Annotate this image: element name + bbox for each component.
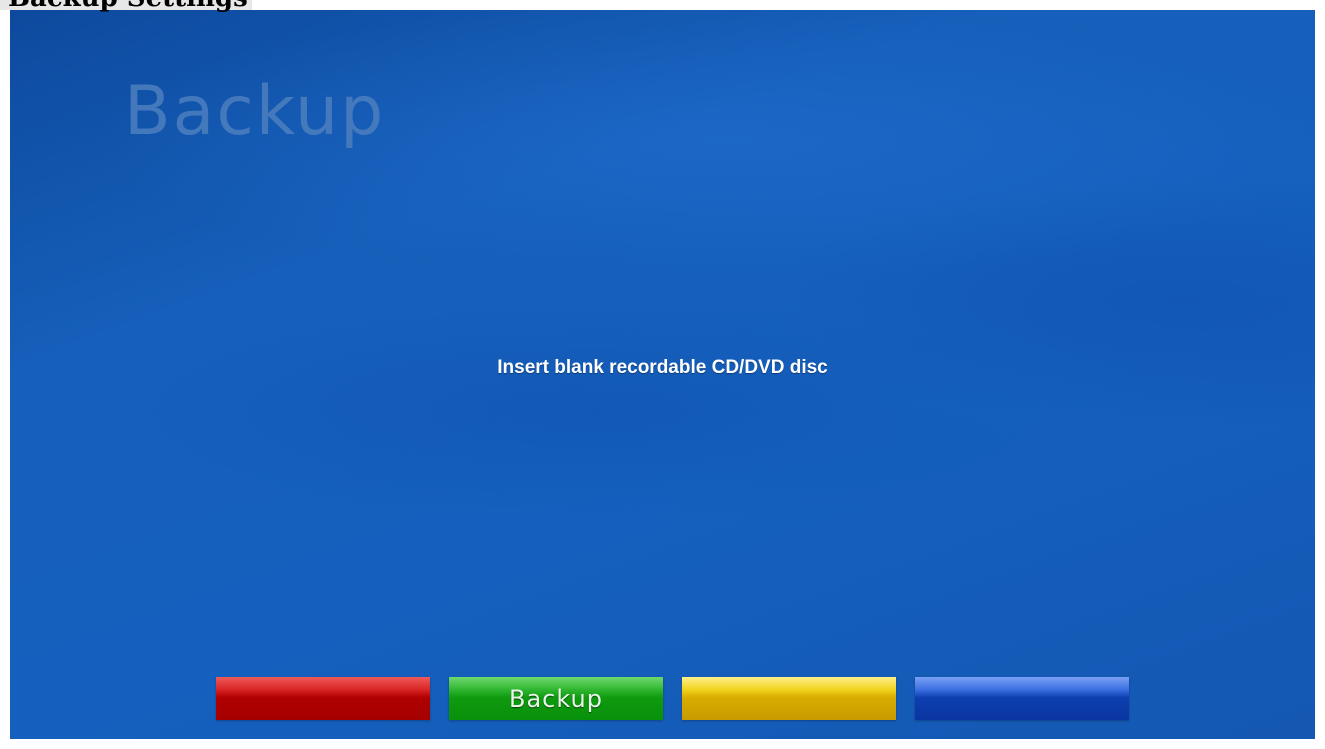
yellow-button[interactable] <box>682 677 896 720</box>
page-header: Backup Settings <box>0 0 252 11</box>
blue-button[interactable] <box>915 677 1129 720</box>
backup-screen: Backup Insert blank recordable CD/DVD di… <box>10 10 1315 739</box>
insert-disc-message: Insert blank recordable CD/DVD disc <box>497 357 828 378</box>
screen-title: Backup <box>124 72 386 151</box>
backup-button[interactable]: Backup <box>449 677 663 720</box>
red-button[interactable] <box>216 677 430 720</box>
